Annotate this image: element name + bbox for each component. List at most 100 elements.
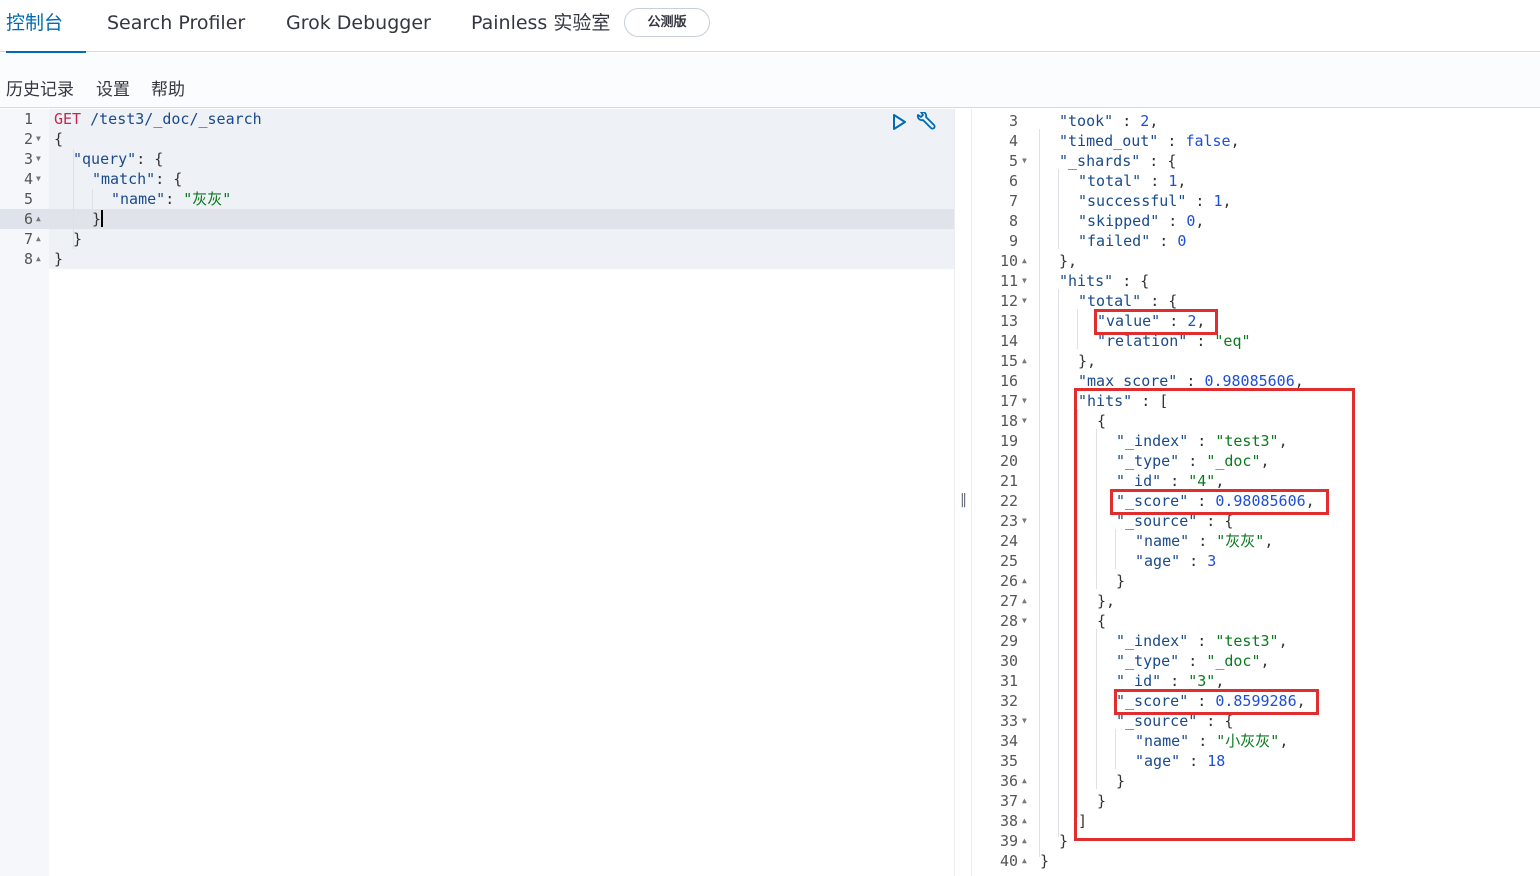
response-line-10: }, <box>1059 252 1078 270</box>
response-viewer[interactable]: 3 4 5 ▼ 6 7 8 9 10 ▲ 11 ▼ 12 ▼ 13 14 15 ▲ 16 17 ▼ 18 ▼ 19 20 21 22… <box>973 109 1540 876</box>
line-number: 28 <box>999 612 1018 630</box>
response-line-36: } <box>1116 772 1126 790</box>
line-number: 6 <box>1008 172 1018 190</box>
response-line-23: "_source" : { <box>1116 512 1234 530</box>
request-line-5: "name": "灰灰" <box>111 190 232 208</box>
indent-guide <box>1077 409 1078 817</box>
json-key: "age" <box>1135 752 1181 770</box>
fold-expand-icon[interactable]: ▲ <box>1022 256 1027 265</box>
request-line-6: } <box>92 209 104 229</box>
response-line-18: { <box>1097 412 1107 430</box>
fold-collapse-icon[interactable]: ▼ <box>36 154 41 163</box>
json-value: false <box>1185 132 1231 150</box>
line-number: 40 <box>999 852 1018 870</box>
line-number: 26 <box>999 572 1018 590</box>
response-line-32: "_score" : 0.8599286, <box>1116 692 1306 710</box>
json-key: "_shards" <box>1059 152 1141 170</box>
response-line-30: "_type" : "_doc", <box>1116 652 1270 670</box>
history-menu-item[interactable]: 历史记录 <box>6 75 74 100</box>
fold-expand-icon[interactable]: ▲ <box>1022 776 1027 785</box>
response-line-27: }, <box>1097 592 1116 610</box>
fold-expand-icon[interactable]: ▲ <box>1022 576 1027 585</box>
fold-collapse-icon[interactable]: ▼ <box>1022 396 1027 405</box>
fold-collapse-icon[interactable]: ▼ <box>1022 716 1027 725</box>
tab-painless-lab[interactable]: Painless 实验室 <box>471 0 610 52</box>
line-number: 36 <box>999 772 1018 790</box>
fold-collapse-icon[interactable]: ▼ <box>1022 156 1027 165</box>
response-line-31: "_id" : "3", <box>1116 672 1225 690</box>
fold-expand-icon[interactable]: ▲ <box>1022 816 1027 825</box>
fold-expand-icon[interactable]: ▲ <box>1022 836 1027 845</box>
fold-expand-icon[interactable]: ▲ <box>1022 796 1027 805</box>
tab-grok-debugger[interactable]: Grok Debugger <box>286 0 431 52</box>
request-line-1: GET /test3/_doc/_search <box>54 109 262 129</box>
active-line <box>49 209 954 229</box>
response-line-25: "age" : 3 <box>1135 552 1217 570</box>
fold-collapse-icon[interactable]: ▼ <box>36 134 41 143</box>
line-number: 16 <box>999 372 1018 390</box>
line-number: 23 <box>999 512 1018 530</box>
line-number: 39 <box>999 832 1018 850</box>
fold-expand-icon[interactable]: ▲ <box>1022 596 1027 605</box>
json-value: 0.98085606 <box>1204 372 1295 390</box>
line-number: 12 <box>999 292 1018 310</box>
json-key: "skipped" <box>1078 212 1160 230</box>
pane-resizer[interactable]: ‖ <box>954 109 972 876</box>
line-number: 10 <box>999 252 1018 270</box>
settings-menu-item[interactable]: 设置 <box>96 75 130 100</box>
json-value: 0 <box>1186 212 1196 230</box>
response-line-38: ] <box>1078 812 1088 830</box>
line-number: 4 <box>23 170 33 188</box>
request-line-8: } <box>54 249 63 269</box>
fold-collapse-icon[interactable]: ▼ <box>1022 616 1027 625</box>
tab-search-profiler[interactable]: Search Profiler <box>107 0 245 52</box>
line-number: 34 <box>999 732 1018 750</box>
json-value: "test3" <box>1215 632 1279 650</box>
run-request-button[interactable] <box>890 112 908 132</box>
line-number: 20 <box>999 452 1018 470</box>
fold-collapse-icon[interactable]: ▼ <box>1022 516 1027 525</box>
json-value: 0 <box>1177 232 1187 250</box>
fold-expand-icon[interactable]: ▲ <box>1022 856 1027 865</box>
response-line-17: "hits" : [ <box>1078 392 1169 410</box>
fold-expand-icon[interactable]: ▲ <box>1022 356 1027 365</box>
fold-expand-icon[interactable]: ▲ <box>36 254 41 263</box>
line-number: 29 <box>999 632 1018 650</box>
json-key: "_score" <box>1116 692 1189 710</box>
request-editor[interactable]: 1 2 ▼ 3 ▼ 4 ▼ 5 6 ▲ 7 ▲ 8 ▲ GET /test3/_doc/_search {… <box>0 109 954 876</box>
line-number: 15 <box>999 352 1018 370</box>
json-key: "_type" <box>1116 452 1180 470</box>
response-line-13: "value" : 2, <box>1097 312 1206 330</box>
json-key: "age" <box>1135 552 1181 570</box>
fold-expand-icon[interactable]: ▲ <box>36 234 41 243</box>
fold-collapse-icon[interactable]: ▼ <box>1022 416 1027 425</box>
line-number: 5 <box>1008 152 1018 170</box>
tab-console[interactable]: 控制台 <box>6 0 86 53</box>
json-key: "took" <box>1059 112 1114 130</box>
json-value: "3" <box>1188 672 1216 690</box>
help-menu-item[interactable]: 帮助 <box>151 75 185 100</box>
json-value: "eq" <box>1214 332 1251 350</box>
line-number: 30 <box>999 652 1018 670</box>
response-line-33: "_source" : { <box>1116 712 1234 730</box>
json-key: "total" <box>1078 292 1142 310</box>
tab-grok-debugger-label: Grok Debugger <box>286 12 431 34</box>
request-path: /test3/_doc/_search <box>90 110 262 128</box>
request-options-button[interactable] <box>914 110 936 134</box>
line-number: 17 <box>999 392 1018 410</box>
response-line-37: } <box>1097 792 1107 810</box>
indent-guide <box>1058 169 1059 249</box>
fold-collapse-icon[interactable]: ▼ <box>1022 276 1027 285</box>
fold-collapse-icon[interactable]: ▼ <box>1022 296 1027 305</box>
fold-collapse-icon[interactable]: ▼ <box>36 174 41 183</box>
response-line-12: "total" : { <box>1078 292 1178 310</box>
json-value: 2 <box>1140 112 1150 130</box>
line-number: 9 <box>1008 232 1018 250</box>
json-key: "_score" <box>1116 492 1189 510</box>
text-cursor <box>101 210 104 227</box>
close-brace: } <box>73 230 83 248</box>
line-number: 35 <box>999 752 1018 770</box>
json-value: "_doc" <box>1206 652 1261 670</box>
line-number: 1 <box>23 110 33 128</box>
fold-expand-icon[interactable]: ▲ <box>36 214 41 223</box>
